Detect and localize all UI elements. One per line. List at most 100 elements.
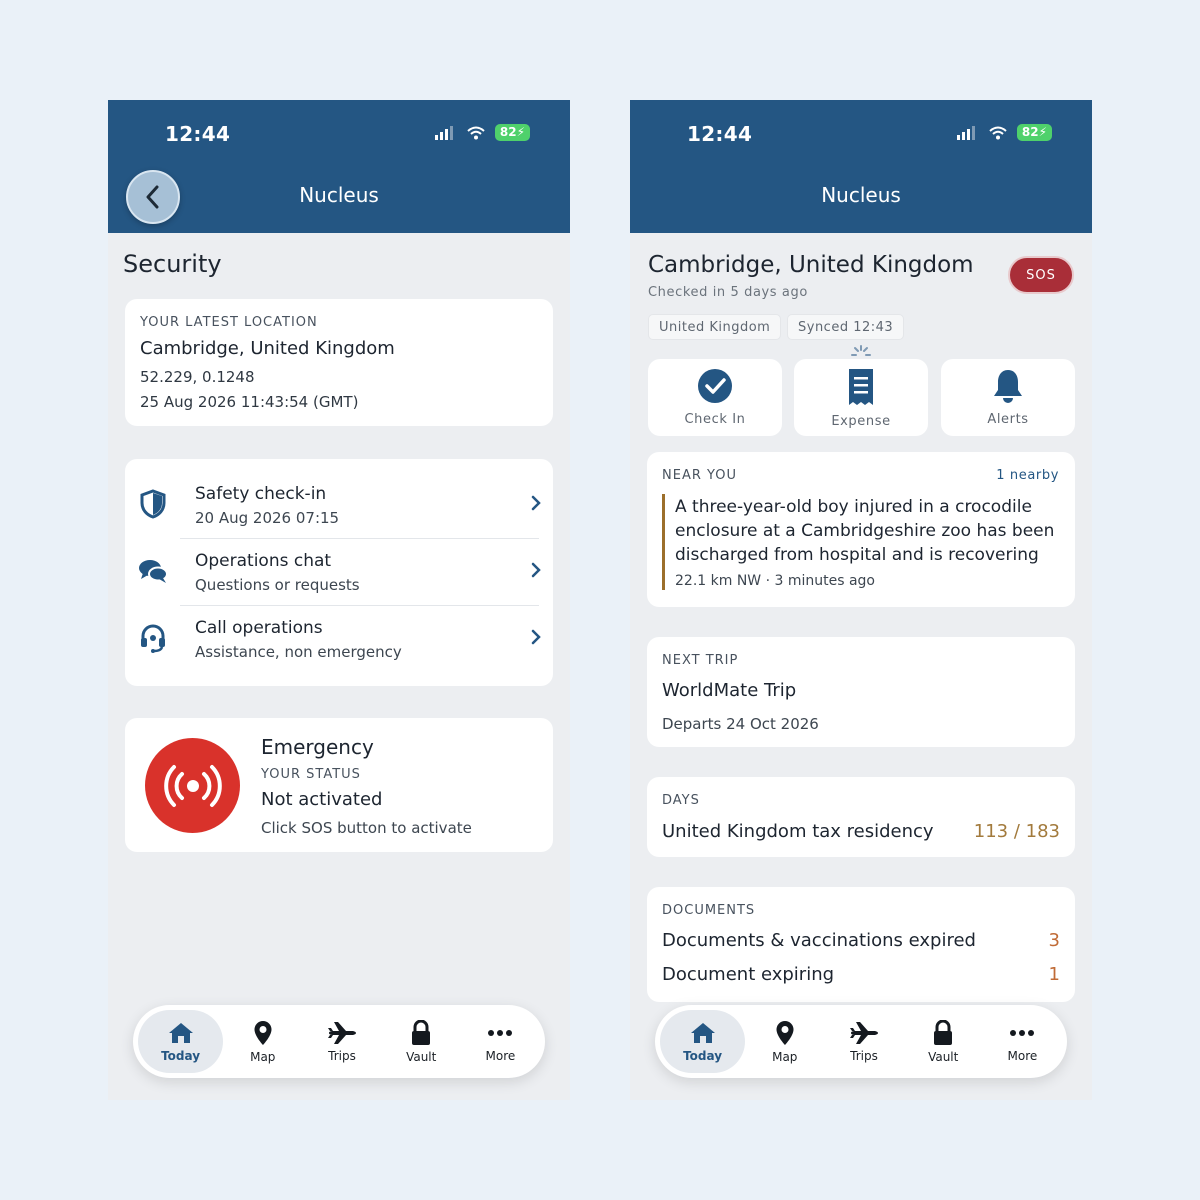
tab-label: Map xyxy=(250,1049,276,1064)
call-operations-row[interactable]: Call operations Assistance, non emergenc… xyxy=(125,606,553,673)
shield-icon xyxy=(137,488,169,520)
lock-icon xyxy=(934,1019,953,1045)
tab-label: Today xyxy=(683,1048,723,1063)
home-icon xyxy=(168,1022,193,1043)
chevron-right-icon xyxy=(531,629,541,645)
tab-vault[interactable]: Vault xyxy=(904,1010,983,1073)
ellipsis-icon xyxy=(488,1029,513,1036)
alerts-label: Alerts xyxy=(987,412,1029,427)
sync-spinner-icon xyxy=(851,345,871,356)
tab-label: Vault xyxy=(928,1049,959,1064)
status-time: 12:44 xyxy=(687,122,753,146)
document-expiring-count: 1 xyxy=(1048,964,1060,985)
chevron-right-icon xyxy=(531,495,541,511)
operations-chat-title: Operations chat xyxy=(195,551,332,571)
documents-card[interactable]: DOCUMENTS Documents & vaccinations expir… xyxy=(647,887,1075,1002)
tab-map[interactable]: Map xyxy=(745,1010,824,1073)
tab-trips[interactable]: Trips xyxy=(302,1010,381,1073)
wifi-icon xyxy=(989,126,1007,139)
expense-action[interactable]: Expense xyxy=(794,359,928,436)
operations-chat-subtitle: Questions or requests xyxy=(195,576,360,594)
today-screen: 12:44 82⚡ Nucleus Cambridge, United King… xyxy=(630,100,1092,1100)
days-caption: DAYS xyxy=(662,793,700,808)
tab-today[interactable]: Today xyxy=(138,1010,224,1073)
airplane-icon xyxy=(327,1021,356,1044)
documents-expired-label: Documents & vaccinations expired xyxy=(662,930,976,951)
news-story: A three-year-old boy injured in a crocod… xyxy=(675,497,1055,565)
check-circle-icon xyxy=(698,369,732,403)
sos-signal-icon xyxy=(163,764,222,807)
status-icons: 82⚡ xyxy=(956,124,1052,141)
bell-icon xyxy=(994,370,1022,403)
signal-icon xyxy=(434,125,453,140)
operations-chat-row[interactable]: Operations chat Questions or requests xyxy=(125,539,553,606)
tax-residency-label: United Kingdom tax residency xyxy=(662,821,934,842)
emergency-title: Emergency xyxy=(261,735,374,759)
tax-residency-row: United Kingdom tax residency 113 / 183 xyxy=(662,821,1060,842)
synced-chip: Synced 12:43 xyxy=(787,314,905,340)
document-expiring-row[interactable]: Document expiring 1 xyxy=(662,964,1060,985)
location-timestamp: 25 Aug 2026 11:43:54 (GMT) xyxy=(140,393,359,411)
receipt-icon xyxy=(849,369,873,405)
tab-today[interactable]: Today xyxy=(660,1010,746,1073)
location-caption: YOUR LATEST LOCATION xyxy=(140,315,318,330)
sos-signal-button[interactable] xyxy=(145,738,240,833)
call-operations-title: Call operations xyxy=(195,618,323,638)
airplane-icon xyxy=(849,1021,878,1044)
map-pin-icon xyxy=(776,1020,794,1045)
safety-checkin-row[interactable]: Safety check-in 20 Aug 2026 07:15 xyxy=(125,472,553,539)
latest-location-card: YOUR LATEST LOCATION Cambridge, United K… xyxy=(125,299,553,426)
tab-bar: Today Map Trips Vault More xyxy=(133,1005,545,1078)
next-trip-card[interactable]: NEXT TRIP WorldMate Trip Departs 24 Oct … xyxy=(647,637,1075,747)
emergency-hint: Click SOS button to activate xyxy=(261,819,472,837)
headset-icon xyxy=(137,622,169,654)
header-bar: 12:44 82⚡ Nucleus xyxy=(630,100,1092,233)
trip-departs: Departs 24 Oct 2026 xyxy=(662,715,819,733)
tab-more[interactable]: More xyxy=(461,1010,540,1073)
tab-more[interactable]: More xyxy=(983,1010,1062,1073)
expense-label: Expense xyxy=(831,414,891,429)
documents-expired-count: 3 xyxy=(1048,930,1060,951)
battery-indicator: 82⚡ xyxy=(1016,124,1052,141)
call-operations-subtitle: Assistance, non emergency xyxy=(195,643,402,661)
alerts-action[interactable]: Alerts xyxy=(941,359,1075,436)
tab-label: More xyxy=(1007,1048,1038,1063)
check-in-label: Check In xyxy=(684,412,746,427)
header-title: Nucleus xyxy=(821,183,901,207)
map-pin-icon xyxy=(254,1020,272,1045)
current-place: Cambridge, United Kingdom xyxy=(648,252,974,278)
tab-label: More xyxy=(485,1048,516,1063)
home-icon xyxy=(690,1022,715,1043)
documents-caption: DOCUMENTS xyxy=(662,903,756,918)
chevron-right-icon xyxy=(531,562,541,578)
days-card[interactable]: DAYS United Kingdom tax residency 113 / … xyxy=(647,777,1075,857)
tab-vault[interactable]: Vault xyxy=(382,1010,461,1073)
sos-button[interactable]: SOS xyxy=(1008,256,1074,294)
country-chip: United Kingdom xyxy=(648,314,782,340)
emergency-status: Not activated xyxy=(261,789,383,810)
status-icons: 82⚡ xyxy=(434,124,530,141)
emergency-caption: YOUR STATUS xyxy=(261,767,361,782)
trip-title: WorldMate Trip xyxy=(662,680,797,701)
wifi-icon xyxy=(467,126,485,139)
check-in-action[interactable]: Check In xyxy=(648,359,782,436)
location-coords: 52.229, 0.1248 xyxy=(140,368,255,386)
tab-label: Trips xyxy=(850,1048,878,1063)
document-expiring-label: Document expiring xyxy=(662,964,835,985)
near-you-card[interactable]: NEAR YOU 1 nearby A three-year-old boy i… xyxy=(647,452,1075,607)
safety-checkin-subtitle: 20 Aug 2026 07:15 xyxy=(195,509,340,527)
security-actions-list: Safety check-in 20 Aug 2026 07:15 Operat… xyxy=(125,459,553,686)
lock-icon xyxy=(412,1019,431,1045)
emergency-card: Emergency YOUR STATUS Not activated Clic… xyxy=(125,718,553,852)
documents-expired-row[interactable]: Documents & vaccinations expired 3 xyxy=(662,930,1060,951)
tab-trips[interactable]: Trips xyxy=(824,1010,903,1073)
news-accent-bar xyxy=(662,494,665,590)
status-time: 12:44 xyxy=(165,122,231,146)
battery-indicator: 82⚡ xyxy=(494,124,530,141)
location-place: Cambridge, United Kingdom xyxy=(140,338,395,359)
news-meta: 22.1 km NW · 3 minutes ago xyxy=(675,573,875,589)
tab-map[interactable]: Map xyxy=(223,1010,302,1073)
tab-label: Today xyxy=(161,1048,201,1063)
next-trip-caption: NEXT TRIP xyxy=(662,653,739,668)
tab-label: Vault xyxy=(406,1049,437,1064)
